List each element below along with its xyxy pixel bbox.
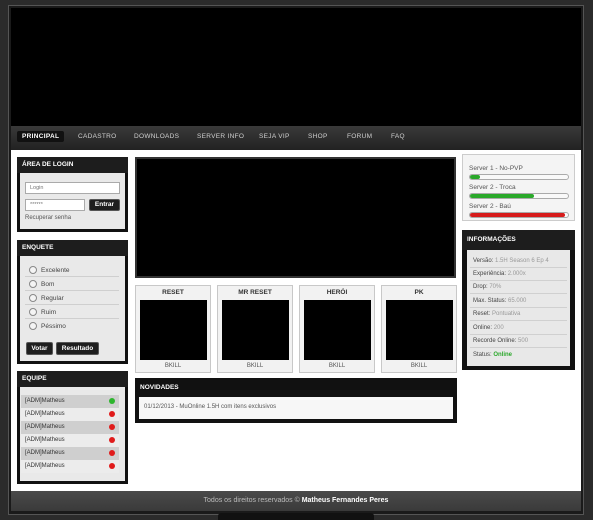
radio-icon[interactable] (29, 280, 37, 288)
ranking-heroi: HERÓI BKILL (299, 285, 375, 373)
nav-server-info[interactable]: SERVER INFO (192, 131, 249, 142)
info-record-online: Recorde Online: 500 (473, 338, 529, 344)
poll-option-excelente[interactable]: Excelente (29, 266, 70, 274)
team-member: [ADM]Matheus (21, 395, 119, 408)
nav-forum[interactable]: FORUM (342, 131, 377, 142)
ranking-top-player[interactable]: BKILL (382, 363, 456, 369)
nav-cadastro[interactable]: CADASTRO (73, 131, 122, 142)
info-title: INFORMAÇÕES (462, 230, 575, 250)
news-box: NOVIDADES 01/12/2013 - MuOnline 1.5H com… (135, 378, 457, 423)
poll-option-bom[interactable]: Bom (29, 280, 54, 288)
poll-option-regular[interactable]: Regular (29, 294, 64, 302)
nav-seja-vip[interactable]: SEJA VIP (254, 131, 295, 142)
recover-password-link[interactable]: Recuperar senha (25, 215, 71, 221)
server-load-bar (469, 212, 569, 218)
ranking-image (304, 300, 371, 360)
news-item[interactable]: 01/12/2013 - MuOnline 1.5H com itens exc… (139, 397, 453, 419)
footer: Todos os direitos reservados © Matheus F… (11, 491, 581, 511)
ranking-image (140, 300, 207, 360)
info-status: Status: Online (473, 352, 513, 358)
status-dot-icon (109, 424, 115, 430)
status-dot-icon (109, 463, 115, 469)
server-name: Server 1 - No-PVP (469, 165, 523, 172)
poll-title: ENQUETE (17, 240, 128, 256)
ranking-top-player[interactable]: BKILL (218, 363, 292, 369)
team-member: [ADM]Matheus (21, 421, 119, 434)
radio-icon[interactable] (29, 266, 37, 274)
server-name: Server 2 - Baú (469, 203, 511, 210)
ranking-image (386, 300, 453, 360)
radio-icon[interactable] (29, 322, 37, 330)
login-title: ÁREA DE LOGIN (17, 157, 128, 173)
footer-author: Matheus Fernandes Peres (301, 497, 389, 504)
info-max-status: Max. Status: 65.000 (473, 298, 527, 304)
ranking-pk: PK BKILL (381, 285, 457, 373)
team-member: [ADM]Matheus (21, 460, 119, 473)
server-name: Server 2 - Troca (469, 184, 516, 191)
server-status-box: Server 1 - No-PVP Server 2 - Troca Serve… (462, 154, 575, 221)
password-input[interactable] (25, 199, 85, 211)
info-reset: Reset: Pontuativa (473, 311, 521, 317)
server-load-bar (469, 193, 569, 199)
server-load-bar (469, 174, 569, 180)
info-experience: Experiência: 2.000x (473, 271, 526, 277)
team-box: EQUIPE [ADM]Matheus [ADM]Matheus [ADM]Ma… (17, 371, 128, 484)
server-info-box: INFORMAÇÕES Versão: 1.5H Season 6 Ep 4 E… (462, 230, 575, 370)
news-title: NOVIDADES (140, 384, 179, 391)
header-banner (11, 8, 581, 126)
radio-icon[interactable] (29, 294, 37, 302)
results-button[interactable]: Resultado (56, 342, 99, 355)
team-member: [ADM]Matheus (21, 434, 119, 447)
bottom-tab (218, 513, 374, 520)
featured-slider[interactable] (135, 157, 456, 278)
vote-button[interactable]: Votar (26, 342, 53, 355)
poll-option-ruim[interactable]: Ruim (29, 308, 56, 316)
ranking-reset: RESET BKILL (135, 285, 211, 373)
ranking-top-player[interactable]: BKILL (136, 363, 210, 369)
info-drop: Drop: 70% (473, 284, 502, 290)
login-button[interactable]: Entrar (89, 199, 120, 211)
server-load-fill (470, 175, 480, 179)
poll-option-pessimo[interactable]: Péssimo (29, 322, 66, 330)
server-load-fill (470, 213, 566, 217)
ranking-top-player[interactable]: BKILL (300, 363, 374, 369)
login-box: ÁREA DE LOGIN Entrar Recuperar senha (17, 157, 128, 232)
nav-faq[interactable]: FAQ (386, 131, 410, 142)
team-member: [ADM]Matheus (21, 447, 119, 460)
login-input[interactable] (25, 182, 120, 194)
info-version: Versão: 1.5H Season 6 Ep 4 (473, 258, 549, 264)
status-dot-icon (109, 411, 115, 417)
server-load-fill (470, 194, 534, 198)
team-member: [ADM]Matheus (21, 408, 119, 421)
poll-box: ENQUETE Excelente Bom Regular Ruim Péssi… (17, 240, 128, 364)
info-online: Online: 200 (473, 325, 504, 331)
status-dot-icon (109, 398, 115, 404)
ranking-mr-reset: MR RESET BKILL (217, 285, 293, 373)
nav-principal[interactable]: PRINCIPAL (17, 131, 65, 142)
status-dot-icon (109, 450, 115, 456)
nav-downloads[interactable]: DOWNLOADS (129, 131, 184, 142)
nav-shop[interactable]: SHOP (303, 131, 333, 142)
ranking-image (222, 300, 289, 360)
team-title: EQUIPE (17, 371, 128, 387)
main-nav: PRINCIPAL CADASTRO DOWNLOADS SERVER INFO… (11, 126, 581, 151)
status-dot-icon (109, 437, 115, 443)
radio-icon[interactable] (29, 308, 37, 316)
